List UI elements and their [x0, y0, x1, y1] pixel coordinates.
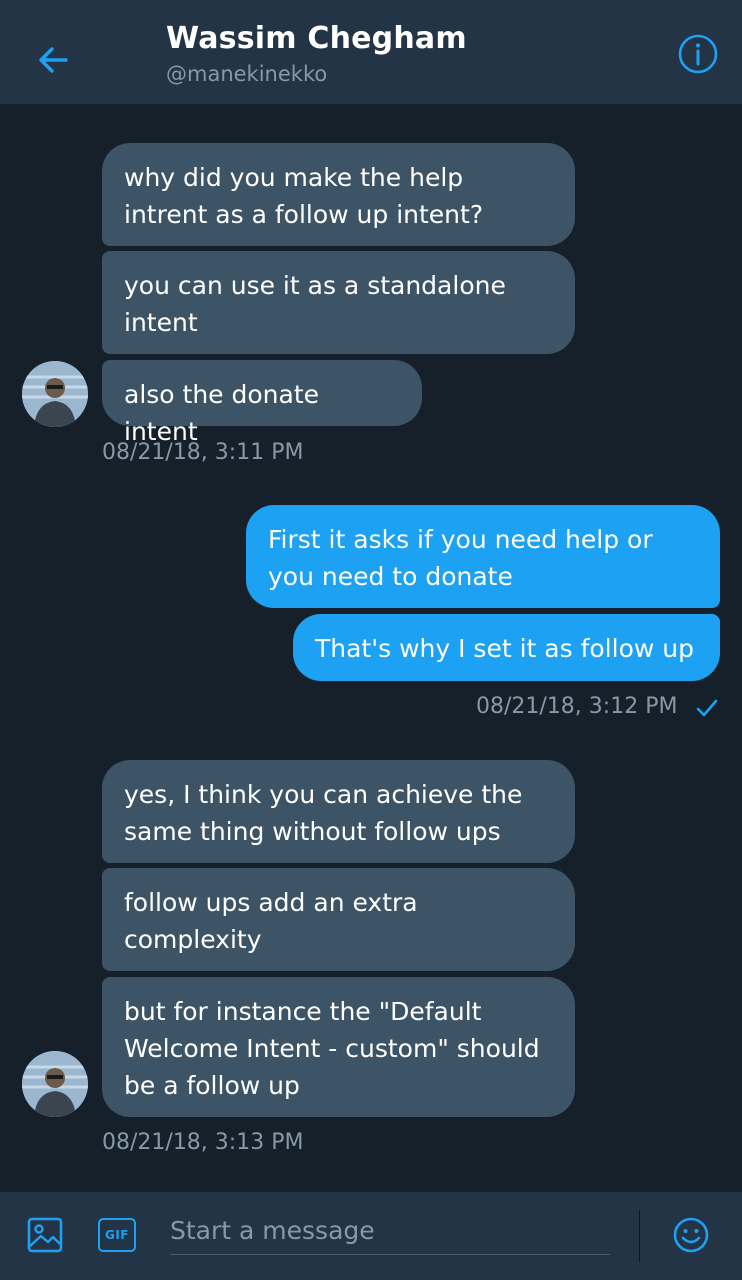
check-icon	[696, 699, 718, 717]
incoming-message[interactable]: but for instance the "Default Welcome In…	[102, 977, 575, 1117]
info-circle-icon	[678, 34, 718, 74]
header-title-block[interactable]: Wassim Chegham @manekinekko	[166, 20, 467, 89]
outgoing-message[interactable]: First it asks if you need help or you ne…	[246, 505, 720, 608]
arrow-left-icon	[39, 47, 68, 73]
message-timestamp: 08/21/18, 3:13 PM	[102, 1130, 304, 1155]
add-gif-button[interactable]: GIF	[94, 1212, 140, 1258]
message-timestamp: 08/21/18, 3:11 PM	[102, 440, 304, 465]
incoming-message[interactable]: also the donate intent	[102, 360, 422, 446]
outgoing-message[interactable]: That's why I set it as follow up	[293, 614, 720, 681]
back-button[interactable]	[30, 36, 78, 84]
incoming-message[interactable]: yes, I think you can achieve the same th…	[102, 760, 575, 863]
avatar[interactable]	[22, 361, 88, 427]
avatar[interactable]	[22, 1051, 88, 1117]
add-image-button[interactable]	[22, 1212, 68, 1258]
conversation-header: Wassim Chegham @manekinekko	[0, 0, 742, 104]
incoming-message[interactable]: why did you make the help intrent as a f…	[102, 143, 575, 246]
message-composer: GIF	[0, 1192, 742, 1280]
image-icon	[27, 1217, 63, 1253]
avatar-photo	[22, 361, 88, 427]
composer-divider	[639, 1210, 640, 1262]
gif-label: GIF	[104, 1228, 129, 1242]
avatar-photo	[22, 1051, 88, 1117]
incoming-message[interactable]: follow ups add an extra complexity	[102, 868, 575, 971]
message-timestamp: 08/21/18, 3:12 PM	[476, 694, 678, 719]
contact-handle: @manekinekko	[166, 62, 328, 86]
conversation-info-button[interactable]	[676, 32, 720, 76]
message-input[interactable]	[170, 1206, 610, 1255]
incoming-message[interactable]: you can use it as a standalone intent	[102, 251, 575, 354]
contact-name: Wassim Chegham	[166, 21, 467, 56]
gif-icon: GIF	[98, 1218, 136, 1252]
emoji-icon	[673, 1217, 709, 1253]
emoji-button[interactable]	[668, 1212, 714, 1258]
